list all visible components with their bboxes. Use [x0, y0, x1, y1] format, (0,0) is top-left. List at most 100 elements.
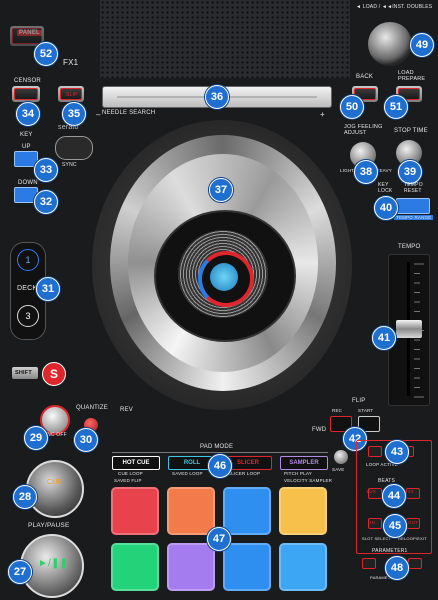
flip-save-button[interactable]	[334, 450, 348, 464]
key-lock-label: KEY LOCK	[378, 182, 393, 194]
callout-34: 34	[16, 102, 40, 126]
callout-41: 41	[372, 326, 396, 350]
pad-mode-title: PAD MODE	[200, 444, 234, 450]
flip-label: FLIP	[352, 398, 366, 404]
callout-27: 27	[8, 560, 32, 584]
parameter1-label: PARAMETER1	[372, 548, 408, 554]
needle-minus-label: –	[96, 110, 101, 119]
jog-feeling-label: JOG FEELING ADJUST	[344, 124, 383, 136]
callout-50: 50	[340, 95, 364, 119]
callout-40: 40	[374, 196, 398, 220]
censor-button[interactable]	[12, 86, 40, 102]
pad-mode-velocity: VELOCITY SAMPLER	[284, 478, 333, 483]
performance-pad-6[interactable]	[167, 543, 215, 591]
deck-1-button[interactable]: 1	[17, 249, 39, 271]
load-prepare-label: LOAD PREPARE	[398, 70, 426, 82]
tempo-reset-label: TEMPO RESET	[404, 182, 423, 194]
slip-button[interactable]: SLIP	[58, 86, 84, 102]
callout-29: 29	[24, 426, 48, 450]
deck-3-button[interactable]: 3	[17, 305, 39, 327]
performance-pad-8[interactable]	[279, 543, 327, 591]
performance-pad-1[interactable]	[111, 487, 159, 535]
rec-label: REC	[332, 408, 343, 413]
callout-31: 31	[36, 277, 60, 301]
stop-time-label: STOP TIME	[394, 128, 428, 134]
back-label: BACK	[356, 74, 374, 80]
fx1-label: FX1	[63, 58, 79, 67]
pad-mode-sub-1: SAVED LOOP	[172, 471, 203, 476]
callout-48: 48	[385, 556, 409, 580]
fwd-label: FWD	[312, 427, 327, 433]
serato-logo: serato	[58, 124, 79, 131]
slot-select-label: SLOT SELECT	[362, 536, 392, 541]
beats-double-label: 2X	[408, 489, 414, 494]
pad-mode-sub-2: SLICER LOOP	[228, 471, 261, 476]
jog-center-logo	[210, 263, 238, 291]
pad-mode-sub-0: CUE LOOP	[118, 471, 143, 476]
light-label: LIGHT	[340, 168, 355, 173]
key-lock-button[interactable]	[396, 198, 430, 214]
callout-36: 36	[205, 85, 229, 109]
pad-mode-sampler-button[interactable]: SAMPLER	[280, 456, 328, 470]
save-label: SAVE	[332, 467, 345, 472]
shift-s-badge: S	[42, 362, 66, 386]
loop-out-label: OUT	[408, 520, 419, 525]
jog-center-display	[154, 210, 296, 342]
performance-pad-3[interactable]	[223, 487, 271, 535]
rev-label: REV	[120, 407, 133, 413]
performance-pad-7[interactable]	[223, 543, 271, 591]
loop-half-button[interactable]	[368, 446, 382, 457]
callout-43: 43	[385, 440, 409, 464]
slip-label: SLIP	[66, 92, 78, 98]
play-pause-label: PLAY/PAUSE	[28, 522, 70, 529]
start-label: START	[358, 408, 374, 413]
pad-mode-divider	[112, 452, 328, 453]
loop-exit-label: RELOOP/EXIT	[398, 536, 427, 541]
pad-mode-sub-3: PITCH PLAY	[284, 471, 312, 476]
key-up-label: UP	[22, 144, 31, 150]
callout-33: 33	[34, 158, 58, 182]
serato-sync-icon	[55, 136, 93, 160]
callout-47: 47	[207, 527, 231, 551]
serato-sub-label: SYNC	[62, 162, 77, 168]
heavy-label: HEAVY	[376, 168, 392, 173]
quantize-label: QUANTIZE	[76, 405, 108, 411]
performance-pad-2[interactable]	[167, 487, 215, 535]
callout-35: 35	[62, 102, 86, 126]
callout-51: 51	[384, 95, 408, 119]
callout-37: 37	[209, 178, 233, 202]
needle-plus-label: +	[320, 110, 325, 119]
callout-44: 44	[382, 484, 406, 508]
callout-28: 28	[13, 485, 37, 509]
tempo-fader-handle[interactable]	[396, 320, 422, 338]
key-down-label: DOWN	[18, 180, 38, 186]
tempo-label: TEMPO	[398, 244, 421, 250]
pad-mode-hot-cue-button[interactable]: HOT CUE	[112, 456, 160, 470]
shift-button[interactable]: SHIFT	[12, 367, 38, 379]
callout-38: 38	[354, 160, 378, 184]
beats-half-label: 1/2X	[366, 489, 377, 494]
pad-mode-saved-flip: SAVED FLIP	[114, 478, 142, 483]
callout-49: 49	[410, 33, 434, 57]
callout-46: 46	[208, 454, 232, 478]
play-icon: ►/❚❚	[38, 558, 69, 569]
performance-pad-5[interactable]	[111, 543, 159, 591]
callout-30: 30	[74, 428, 98, 452]
loop-in-label: IN	[370, 520, 375, 525]
load-label: ◄ LOAD / ◄◄INST. DOUBLES	[356, 4, 433, 10]
deck-label: DECK	[17, 285, 38, 292]
callout-45: 45	[383, 514, 407, 538]
callout-52: 52	[34, 42, 58, 66]
performance-pad-4[interactable]	[279, 487, 327, 535]
parameter-left-button[interactable]	[362, 558, 376, 569]
shift-label: SHIFT	[15, 370, 32, 376]
key-label: KEY	[20, 132, 33, 138]
top-grille	[100, 0, 350, 78]
callout-39: 39	[398, 160, 422, 184]
needle-search-label: NEEDLE SEARCH	[102, 110, 156, 116]
browse-rotary-knob[interactable]	[368, 22, 412, 66]
parameter-right-button[interactable]	[408, 558, 422, 569]
callout-32: 32	[34, 190, 58, 214]
censor-label: CENSOR	[14, 78, 41, 84]
cue-label: CUE	[47, 479, 63, 486]
